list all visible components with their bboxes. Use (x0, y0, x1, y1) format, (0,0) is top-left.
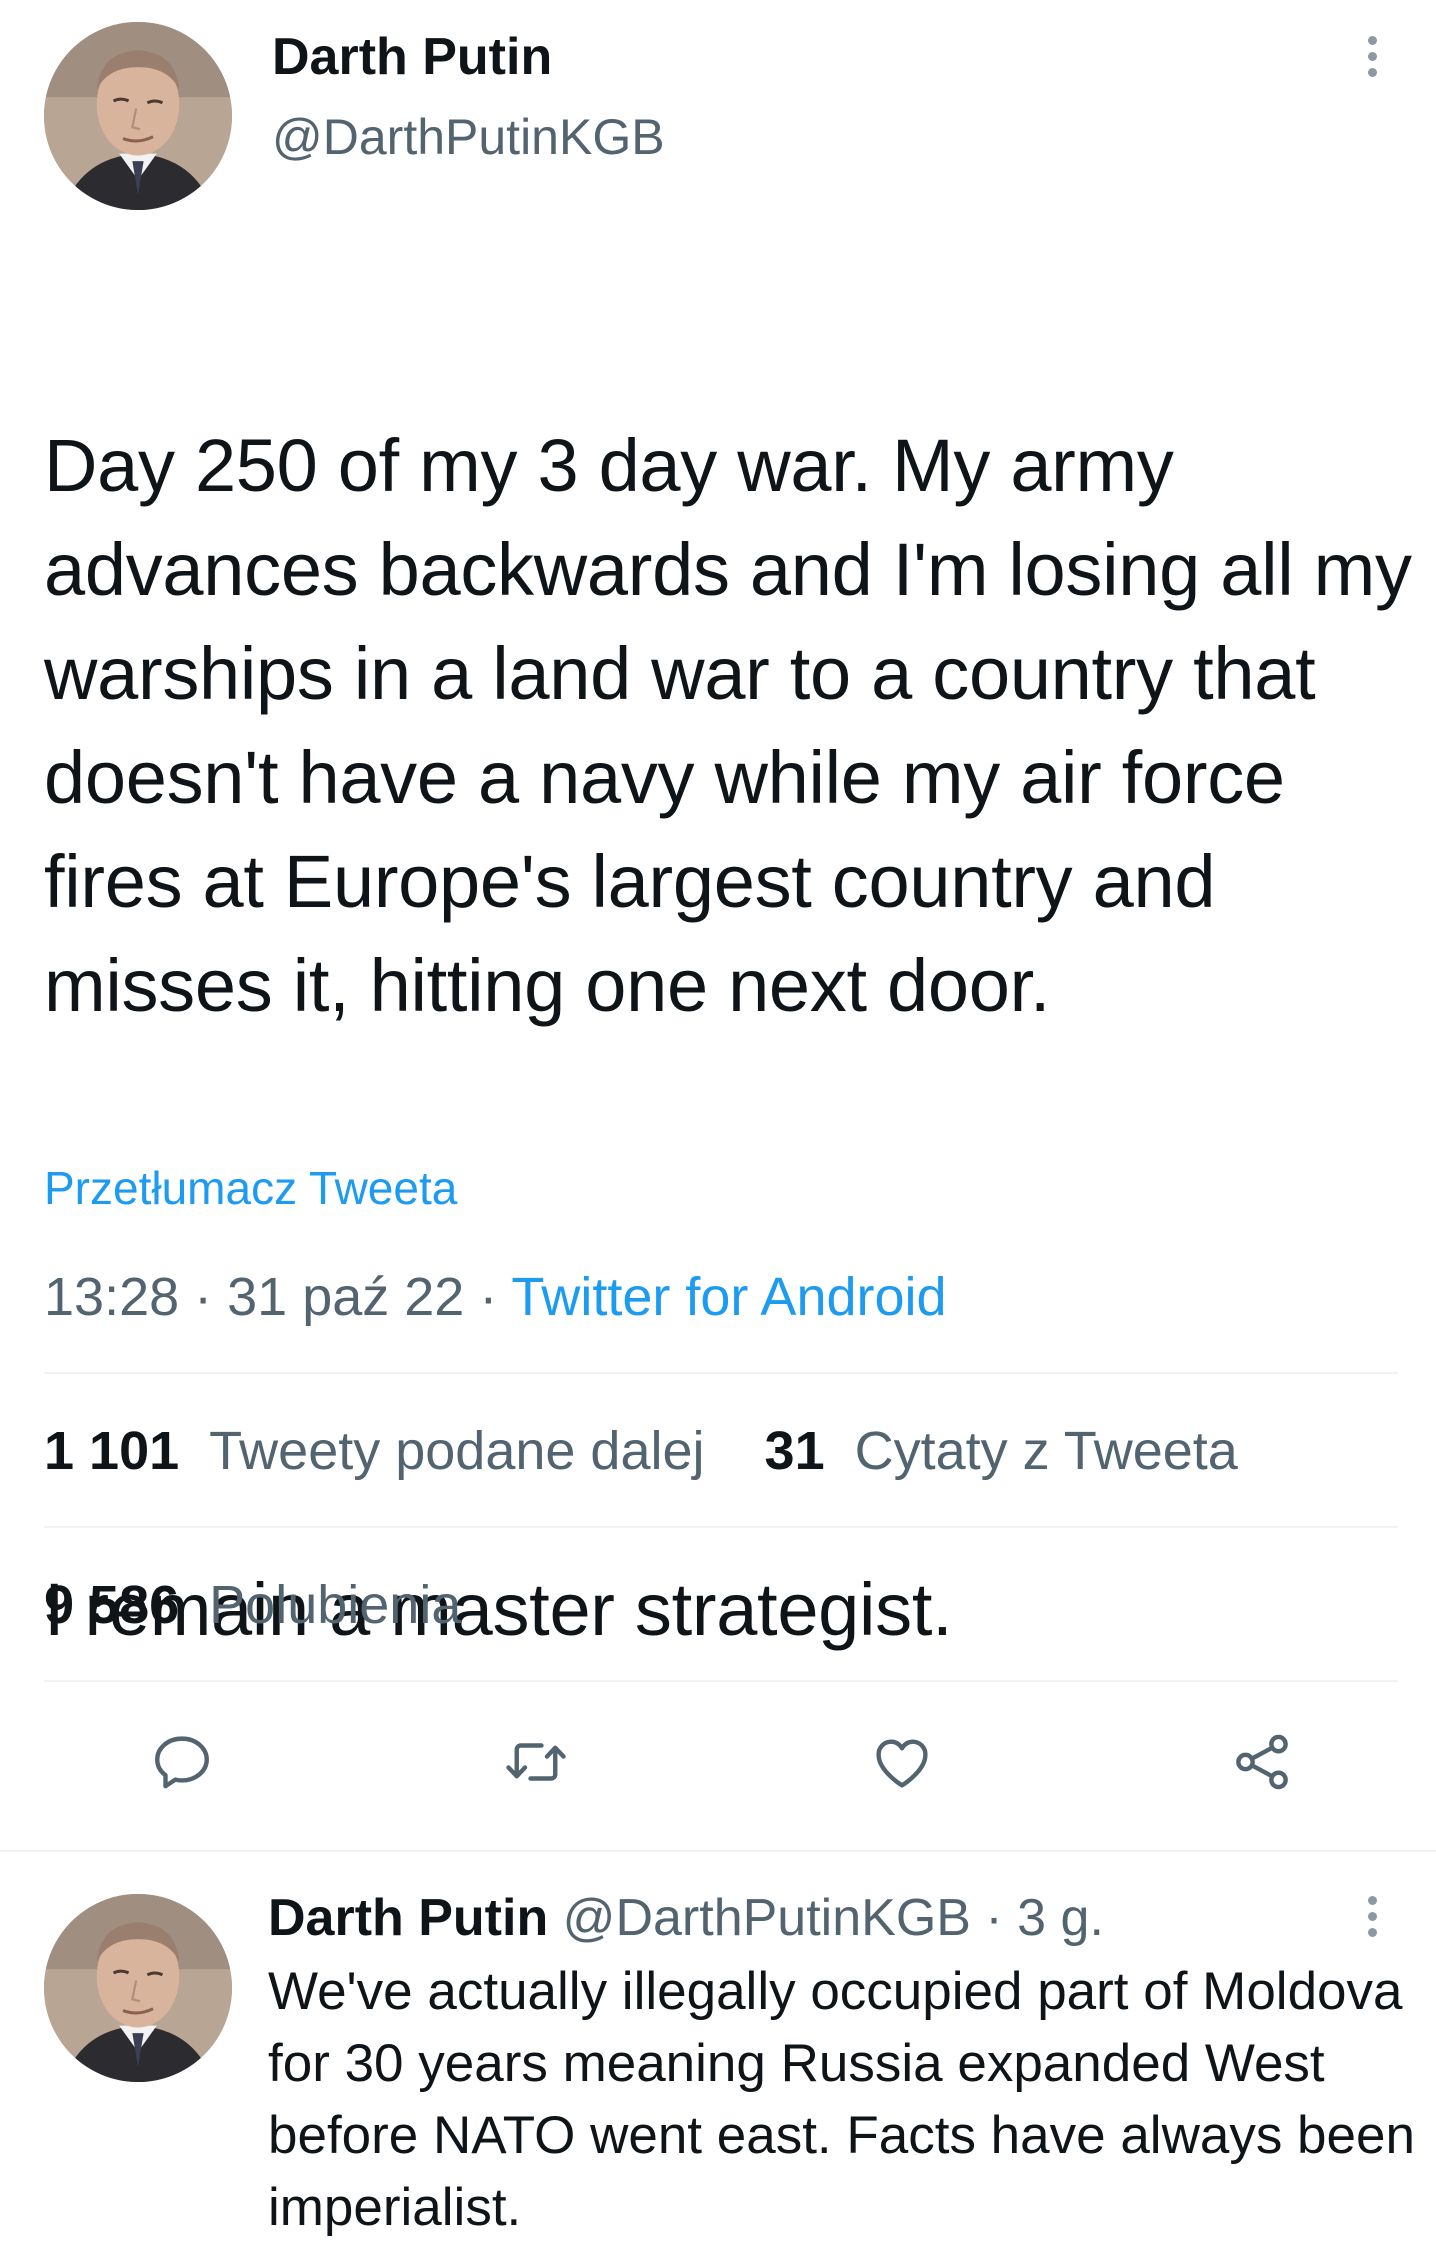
likes-stats-row: 9 586 Polubienia (44, 1570, 461, 1640)
more-dot-icon (1367, 1927, 1377, 1937)
tweet-metadata: 13:28 · 31 paź 22 · Twitter for Android (44, 1262, 947, 1332)
reply-age[interactable]: 3 g. (1017, 1889, 1104, 1947)
tweet-time[interactable]: 13:28 (44, 1267, 179, 1327)
reply-author-name[interactable]: Darth Putin (268, 1889, 548, 1947)
meta-separator: · (464, 1267, 512, 1327)
retweets-label: Tweety podane dalej (209, 1421, 705, 1481)
heart-icon (876, 1739, 928, 1788)
share-button[interactable] (1222, 1722, 1302, 1802)
likes-stat[interactable]: 9 586 Polubienia (44, 1570, 461, 1640)
tweet-action-bar (0, 1700, 1436, 1820)
more-options-button[interactable] (1352, 16, 1392, 96)
reply-header: Darth Putin @DarthPutinKGB · 3 g. (268, 1880, 1104, 1956)
quotes-stat[interactable]: 31 Cytaty z Tweeta (765, 1416, 1238, 1486)
tweet-date[interactable]: 31 paź 22 (227, 1267, 464, 1327)
avatar[interactable] (44, 1894, 232, 2082)
more-dot-icon (1367, 67, 1377, 77)
main-tweet: Darth Putin @DarthPutinKGB Day 250 of my… (0, 0, 1436, 1850)
avatar-portrait-icon (44, 1894, 232, 2082)
retweets-count: 1 101 (44, 1421, 180, 1481)
divider (44, 1526, 1398, 1528)
share-icon (1236, 1734, 1288, 1790)
more-dot-icon (1367, 51, 1377, 61)
retweet-button[interactable] (496, 1722, 576, 1802)
tweet-text-paragraph: Day 250 of my 3 day war. My army advance… (44, 424, 1432, 1027)
reply-button[interactable] (142, 1722, 222, 1802)
meta-separator: · (970, 1889, 1018, 1947)
more-dot-icon (1367, 35, 1377, 45)
meta-separator: · (179, 1267, 228, 1327)
retweet-icon (506, 1743, 566, 1781)
divider (0, 1850, 1436, 1852)
retweets-stat[interactable]: 1 101 Tweety podane dalej (44, 1416, 705, 1486)
more-dot-icon (1367, 1911, 1377, 1921)
likes-label: Polubienia (209, 1575, 462, 1635)
reply-icon (155, 1736, 209, 1789)
avatar[interactable] (44, 22, 232, 210)
like-button[interactable] (862, 1722, 942, 1802)
author-handle[interactable]: @DarthPutinKGB (272, 102, 665, 172)
likes-count: 9 586 (44, 1575, 180, 1635)
divider (44, 1680, 1398, 1682)
author-name[interactable]: Darth Putin (272, 22, 552, 92)
avatar-portrait-icon (44, 22, 232, 210)
tweet-source-link[interactable]: Twitter for Android (511, 1267, 946, 1327)
reply-text: We've actually illegally occupied part o… (268, 1962, 1430, 2237)
quotes-label: Cytaty z Tweeta (854, 1421, 1238, 1481)
translate-tweet-link[interactable]: Przetłumacz Tweeta (44, 1158, 457, 1218)
engagement-stats-row: 1 101 Tweety podane dalej 31 Cytaty z Tw… (44, 1416, 1238, 1486)
reply-author-handle[interactable]: @DarthPutinKGB (563, 1889, 971, 1947)
more-options-button[interactable] (1352, 1876, 1392, 1956)
quotes-count: 31 (764, 1421, 825, 1481)
more-dot-icon (1367, 1895, 1377, 1905)
divider (44, 1372, 1398, 1374)
tweet-detail-page: Darth Putin @DarthPutinKGB Day 250 of my… (0, 0, 1436, 2252)
